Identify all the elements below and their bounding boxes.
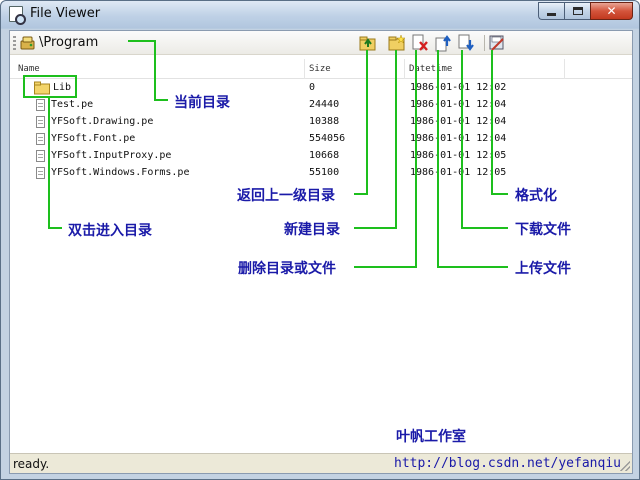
- file-name: YFSoft.Windows.Forms.pe: [51, 167, 190, 178]
- column-divider[interactable]: [304, 59, 305, 79]
- resize-grip-icon[interactable]: [620, 461, 630, 471]
- file-datetime: 1986-01-01 12:02: [410, 82, 507, 93]
- close-icon: ✕: [606, 4, 617, 18]
- status-text: ready.: [13, 457, 50, 471]
- file-icon: [36, 133, 45, 145]
- file-size: 55100: [309, 167, 340, 178]
- watermark-url: http://blog.csdn.net/yefanqiu: [394, 456, 621, 471]
- list-item[interactable]: YFSoft.Font.pe 554056 1986-01-01 12:04: [10, 131, 632, 148]
- watermark-studio: 叶帆工作室: [396, 429, 466, 445]
- current-path: \Program: [39, 35, 99, 50]
- window-title: File Viewer: [30, 6, 101, 21]
- column-header-size[interactable]: Size: [309, 64, 331, 74]
- toolbar-grip-icon[interactable]: [13, 36, 16, 50]
- delete-icon[interactable]: [411, 34, 429, 52]
- file-name: YFSoft.InputProxy.pe: [51, 150, 172, 161]
- file-name: YFSoft.Font.pe: [51, 133, 136, 144]
- format-icon[interactable]: [488, 34, 506, 52]
- maximize-button[interactable]: [564, 2, 590, 20]
- column-header-name[interactable]: Name: [18, 64, 40, 74]
- caption-buttons: ✕: [538, 2, 633, 20]
- file-datetime: 1986-01-01 12:04: [410, 133, 507, 144]
- folder-icon: [34, 81, 50, 95]
- file-datetime: 1986-01-01 12:05: [410, 150, 507, 161]
- list-header: Name Size Datetime: [10, 59, 632, 79]
- file-datetime: 1986-01-01 12:04: [410, 99, 507, 110]
- file-icon: [36, 99, 45, 111]
- upload-icon[interactable]: [434, 34, 452, 52]
- file-size: 554056: [309, 133, 346, 144]
- file-datetime: 1986-01-01 12:04: [410, 116, 507, 127]
- minimize-button[interactable]: [538, 2, 564, 20]
- file-size: 0: [309, 82, 316, 93]
- column-header-datetime[interactable]: Datetime: [409, 64, 452, 74]
- annotation-format: 格式化: [515, 188, 557, 204]
- download-icon[interactable]: [457, 34, 475, 52]
- title-bar[interactable]: File Viewer ✕: [1, 1, 639, 28]
- toolbar: \Program: [10, 31, 632, 55]
- list-item[interactable]: Test.pe 24440 1986-01-01 12:04: [10, 97, 632, 114]
- app-window: File Viewer ✕ \Program Name Size Datetim…: [0, 0, 640, 480]
- annotation-upload: 上传文件: [515, 261, 571, 277]
- file-icon: [36, 116, 45, 128]
- annotation-go-up: 返回上一级目录: [237, 188, 335, 204]
- list-item[interactable]: Lib 0 1986-01-01 12:02: [10, 80, 632, 97]
- maximize-icon: [572, 7, 583, 15]
- file-size: 10388: [309, 116, 340, 127]
- list-item[interactable]: YFSoft.Drawing.pe 10388 1986-01-01 12:04: [10, 114, 632, 131]
- drive-icon: [20, 36, 35, 50]
- file-name: YFSoft.Drawing.pe: [51, 116, 154, 127]
- file-size: 24440: [309, 99, 340, 110]
- toolbar-separator: [484, 35, 485, 51]
- new-folder-icon[interactable]: [388, 34, 406, 52]
- file-icon: [36, 167, 45, 179]
- annotation-download: 下载文件: [515, 222, 571, 238]
- annotation-current-dir: 当前目录: [174, 95, 230, 111]
- go-up-icon[interactable]: [359, 34, 377, 52]
- list-item[interactable]: YFSoft.Windows.Forms.pe 55100 1986-01-01 1…: [10, 165, 632, 182]
- file-name: Test.pe: [51, 99, 94, 110]
- file-icon: [36, 150, 45, 162]
- column-divider[interactable]: [564, 59, 565, 79]
- column-divider[interactable]: [404, 59, 405, 79]
- file-size: 10668: [309, 150, 340, 161]
- list-item[interactable]: YFSoft.InputProxy.pe 10668 1986-01-01 12:0…: [10, 148, 632, 165]
- annotation-dblclick: 双击进入目录: [68, 223, 152, 239]
- annotation-delete: 删除目录或文件: [238, 261, 336, 277]
- close-button[interactable]: ✕: [590, 2, 633, 20]
- client-area: \Program Name Size Datetime Lib 0 1986-0…: [9, 30, 633, 474]
- minimize-icon: [547, 12, 556, 16]
- annotation-new-dir: 新建目录: [284, 222, 340, 238]
- file-viewer-app-icon: [9, 6, 26, 25]
- file-datetime: 1986-01-01 12:05: [410, 167, 507, 178]
- file-name: Lib: [53, 82, 72, 93]
